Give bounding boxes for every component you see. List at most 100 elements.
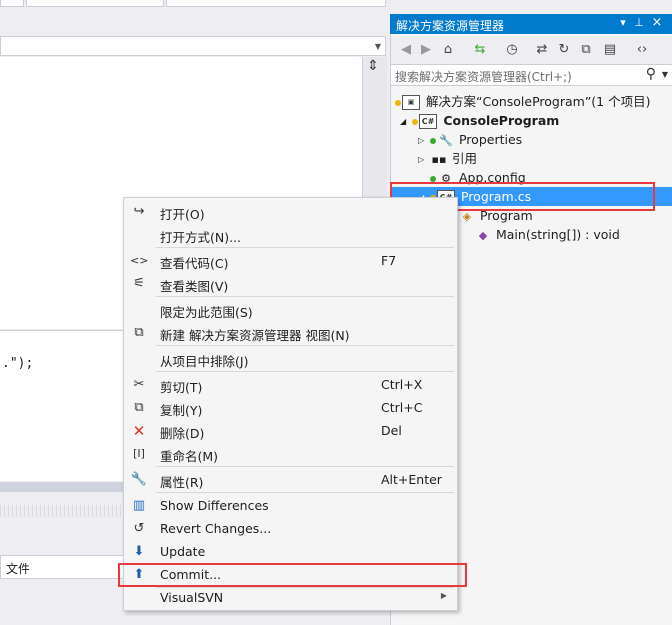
source-control-status-icon xyxy=(430,175,436,182)
column-divider xyxy=(0,556,1,578)
class-diagram-icon: ⚟ xyxy=(133,276,145,291)
navigation-dropdown[interactable]: ▼ xyxy=(0,36,386,56)
new-view-icon: ⧉ xyxy=(134,325,144,340)
tree-node-main-method[interactable]: ◆ Main(string[]) : void xyxy=(474,225,620,244)
menu-item-label: 打开(O) xyxy=(160,207,205,222)
csharp-project-icon: C# xyxy=(419,114,437,129)
menu-item-delete[interactable]: ✕ 删除(D) Del xyxy=(124,419,457,442)
chevron-down-icon: ▼ xyxy=(374,42,381,51)
solution-explorer-title-bar: 解决方案资源管理器 ▾ ⊥ × xyxy=(390,14,672,34)
menu-item-rename[interactable]: [I] 重命名(M) xyxy=(124,442,457,465)
menu-item-label: 删除(D) xyxy=(160,426,205,441)
revert-icon: ↺ xyxy=(133,521,145,536)
menu-item-label: 新建 解决方案资源管理器 视图(N) xyxy=(160,328,350,343)
solution-icon: ▣ xyxy=(402,95,420,110)
menu-item-label: Update xyxy=(160,544,206,559)
references-icon: ▪▪ xyxy=(431,153,447,166)
solution-explorer-toolbar: ◀ ▶ ⌂ ⇆ ◷ ⇄ ↻ ⧉ ▤ ‹› xyxy=(391,36,672,64)
split-window-icon[interactable]: ⇕ xyxy=(364,58,382,74)
menu-item-label: 复制(Y) xyxy=(160,403,203,418)
home-icon[interactable]: ⌂ xyxy=(439,41,457,59)
menu-item-properties[interactable]: 🔧 属性(R) Alt+Enter xyxy=(124,468,457,491)
cut-icon: ✂ xyxy=(133,377,145,392)
menu-item-cut[interactable]: ✂ 剪切(T) Ctrl+X xyxy=(124,373,457,396)
chevron-down-icon[interactable]: ▼ xyxy=(662,70,668,79)
source-control-status-icon xyxy=(430,137,436,144)
solution-search-box[interactable]: 搜索解决方案资源管理器(Ctrl+;) ⚲ ▼ xyxy=(391,64,672,86)
menu-item-exclude[interactable]: 从项目中排除(J) xyxy=(124,347,457,370)
diff-icon: ▥ xyxy=(132,498,146,513)
menu-item-shortcut: Ctrl+C xyxy=(381,400,423,415)
submenu-arrow-icon: ▶ xyxy=(440,591,447,600)
open-icon: ↪ xyxy=(133,204,145,219)
tree-node-program-class[interactable]: ◈ Program xyxy=(458,206,533,225)
menu-separator xyxy=(156,492,454,493)
menu-item-shortcut: Ctrl+X xyxy=(381,377,423,392)
menu-item-label: Show Differences xyxy=(160,498,269,513)
document-tab[interactable] xyxy=(0,0,24,7)
tree-node-properties[interactable]: ▷ 🔧 Properties xyxy=(418,130,522,149)
menu-item-label: 打开方式(N)... xyxy=(160,230,242,245)
tree-label: Program xyxy=(479,208,533,223)
tree-label: 解决方案“ConsoleProgram”(1 个项目) xyxy=(425,94,651,109)
method-icon: ◆ xyxy=(478,229,488,242)
menu-item-new-view[interactable]: ⧉ 新建 解决方案资源管理器 视图(N) xyxy=(124,321,457,344)
sync-icon[interactable]: ⇆ xyxy=(471,41,489,59)
tree-node-project[interactable]: ◢ C# ConsoleProgram xyxy=(400,111,559,130)
update-icon: ⬇ xyxy=(133,544,145,559)
pending-changes-icon[interactable]: ◷ xyxy=(503,41,521,59)
close-icon[interactable]: × xyxy=(650,15,664,30)
tree-label: 引用 xyxy=(451,151,477,166)
tree-label: ConsoleProgram xyxy=(443,113,560,128)
highlight-box-commit xyxy=(118,563,467,587)
menu-item-shortcut: Del xyxy=(381,423,402,438)
menu-item-label: 剪切(T) xyxy=(160,380,203,395)
menu-separator xyxy=(156,296,454,297)
menu-item-show-differences[interactable]: ▥ Show Differences xyxy=(124,494,457,517)
menu-item-label: 查看类图(V) xyxy=(160,279,229,294)
copy-icon: ⧉ xyxy=(134,400,144,415)
menu-separator xyxy=(156,247,454,248)
menu-item-label: 重命名(M) xyxy=(160,449,219,464)
collapse-all-icon[interactable]: ⧉ xyxy=(577,41,595,59)
view-code-icon[interactable]: ‹› xyxy=(633,41,651,59)
pin-icon[interactable]: ⊥ xyxy=(632,16,646,29)
context-menu: ↪ 打开(O) 打开方式(N)... <> 查看代码(C) F7 ⚟ 查看类图(… xyxy=(123,197,458,611)
delete-icon: ✕ xyxy=(132,422,146,440)
menu-item-update[interactable]: ⬇ Update xyxy=(124,540,457,563)
menu-item-copy[interactable]: ⧉ 复制(Y) Ctrl+C xyxy=(124,396,457,419)
menu-item-label: 属性(R) xyxy=(160,475,204,490)
tree-node-solution[interactable]: ▣ 解决方案“ConsoleProgram”(1 个项目) xyxy=(395,92,650,111)
document-tab[interactable] xyxy=(26,0,164,7)
collapsed-icon: ▷ xyxy=(418,155,425,164)
document-tab[interactable] xyxy=(166,0,386,7)
source-control-status-icon xyxy=(395,99,401,106)
menu-item-open-with[interactable]: 打开方式(N)... xyxy=(124,223,457,246)
expanded-icon: ◢ xyxy=(400,117,407,126)
menu-item-label: 限定为此范围(S) xyxy=(160,305,253,320)
menu-item-label: Revert Changes... xyxy=(160,521,272,536)
menu-separator xyxy=(156,345,454,346)
rename-icon: [I] xyxy=(133,447,145,460)
menu-item-visualsvn[interactable]: VisualSVN ▶ xyxy=(124,586,457,609)
menu-item-view-class-diagram[interactable]: ⚟ 查看类图(V) xyxy=(124,272,457,295)
show-all-files-icon[interactable]: ▤ xyxy=(601,41,619,59)
search-icon[interactable]: ⚲ xyxy=(646,66,656,82)
tree-label: Main(string[]) : void xyxy=(495,227,620,242)
panel-menu-icon[interactable]: ▾ xyxy=(616,16,630,29)
forward-icon[interactable]: ▶ xyxy=(417,41,435,59)
menu-item-view-code[interactable]: <> 查看代码(C) F7 xyxy=(124,249,457,272)
search-input[interactable]: 搜索解决方案资源管理器(Ctrl+;) xyxy=(395,68,572,85)
code-icon: <> xyxy=(130,254,149,267)
menu-item-revert-changes[interactable]: ↺ Revert Changes... xyxy=(124,517,457,540)
file-column-label: 文件 xyxy=(6,562,31,576)
wrench-icon: 🔧 xyxy=(439,134,453,147)
back-icon[interactable]: ◀ xyxy=(397,41,415,59)
tree-node-references[interactable]: ▷ ▪▪ 引用 xyxy=(418,149,477,168)
menu-item-open[interactable]: ↪ 打开(O) xyxy=(124,200,457,223)
menu-item-label: 查看代码(C) xyxy=(160,256,229,271)
refresh-icon[interactable]: ↻ xyxy=(555,41,573,59)
menu-item-scope-to-this[interactable]: 限定为此范围(S) xyxy=(124,298,457,321)
menu-item-shortcut: Alt+Enter xyxy=(381,472,442,487)
sync-with-document-icon[interactable]: ⇄ xyxy=(533,41,551,59)
